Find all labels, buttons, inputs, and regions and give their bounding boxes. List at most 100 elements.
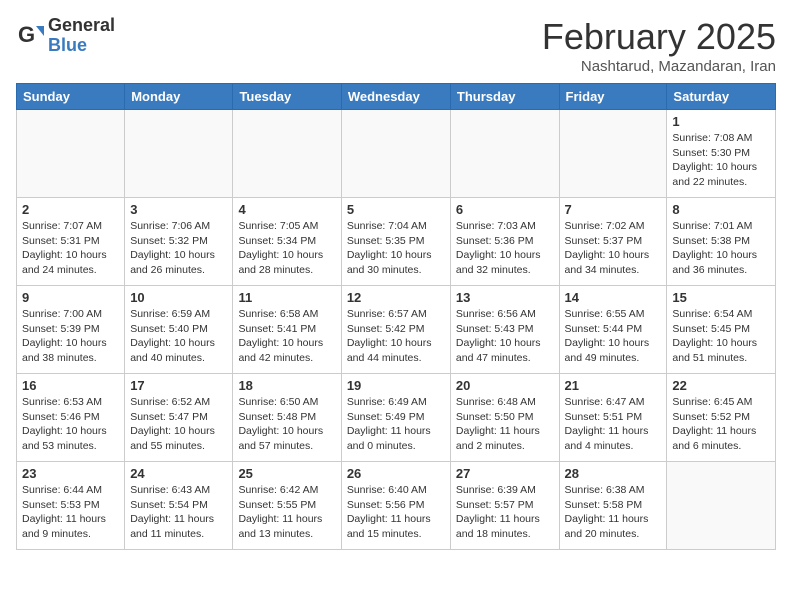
day-info: Sunrise: 6:42 AM Sunset: 5:55 PM Dayligh… <box>238 483 335 542</box>
day-number: 12 <box>347 290 445 305</box>
calendar-day-cell: 22Sunrise: 6:45 AM Sunset: 5:52 PM Dayli… <box>667 374 776 462</box>
calendar-day-cell: 25 Sunrise: 6:42 AM Sunset: 5:55 PM Dayli… <box>233 462 341 550</box>
calendar-day-cell: 2 Sunrise: 7:07 AM Sunset: 5:31 PM Daylig… <box>17 198 125 286</box>
day-info: Sunrise: 7:03 AM Sunset: 5:36 PM Dayligh… <box>456 219 554 278</box>
day-number: 20 <box>456 378 554 393</box>
day-info: Sunrise: 7:05 AM Sunset: 5:34 PM Dayligh… <box>238 219 335 278</box>
calendar-day-cell: 28 Sunrise: 6:38 AM Sunset: 5:58 PM Dayli… <box>559 462 667 550</box>
day-number: 18 <box>238 378 335 393</box>
calendar-day-cell: 24Sunrise: 6:43 AM Sunset: 5:54 PM Dayli… <box>125 462 233 550</box>
calendar-day-cell: 26 Sunrise: 6:40 AM Sunset: 5:56 PM Dayli… <box>341 462 450 550</box>
calendar-day-cell: 6 Sunrise: 7:03 AM Sunset: 5:36 PM Daylig… <box>450 198 559 286</box>
day-number: 27 <box>456 466 554 481</box>
day-number: 28 <box>565 466 662 481</box>
day-number: 15 <box>672 290 770 305</box>
calendar-day-cell: 23 Sunrise: 6:44 AM Sunset: 5:53 PM Dayli… <box>17 462 125 550</box>
day-number: 11 <box>238 290 335 305</box>
calendar-week-row: 1 Sunrise: 7:08 AM Sunset: 5:30 PM Daylig… <box>17 110 776 198</box>
day-number: 7 <box>565 202 662 217</box>
day-info: Sunrise: 7:07 AM Sunset: 5:31 PM Dayligh… <box>22 219 119 278</box>
day-info: Sunrise: 6:53 AM Sunset: 5:46 PM Dayligh… <box>22 395 119 454</box>
day-info: Sunrise: 6:52 AM Sunset: 5:47 PM Dayligh… <box>130 395 227 454</box>
calendar-day-cell: 3 Sunrise: 7:06 AM Sunset: 5:32 PM Daylig… <box>125 198 233 286</box>
day-info: Sunrise: 6:47 AM Sunset: 5:51 PM Dayligh… <box>565 395 662 454</box>
calendar-day-cell: 14 Sunrise: 6:55 AM Sunset: 5:44 PM Dayli… <box>559 286 667 374</box>
calendar-day-cell <box>233 110 341 198</box>
day-info: Sunrise: 7:04 AM Sunset: 5:35 PM Dayligh… <box>347 219 445 278</box>
calendar-week-row: 23 Sunrise: 6:44 AM Sunset: 5:53 PM Dayli… <box>17 462 776 550</box>
weekday-header: Wednesday <box>341 84 450 110</box>
calendar-day-cell: 11 Sunrise: 6:58 AM Sunset: 5:41 PM Dayli… <box>233 286 341 374</box>
weekday-header: Sunday <box>17 84 125 110</box>
calendar-day-cell <box>559 110 667 198</box>
calendar-day-cell <box>17 110 125 198</box>
calendar-day-cell: 7Sunrise: 7:02 AM Sunset: 5:37 PM Daylig… <box>559 198 667 286</box>
calendar-day-cell <box>450 110 559 198</box>
day-number: 17 <box>130 378 227 393</box>
day-number: 5 <box>347 202 445 217</box>
calendar-day-cell: 20 Sunrise: 6:48 AM Sunset: 5:50 PM Dayli… <box>450 374 559 462</box>
day-number: 23 <box>22 466 119 481</box>
calendar-day-cell <box>125 110 233 198</box>
day-info: Sunrise: 6:56 AM Sunset: 5:43 PM Dayligh… <box>456 307 554 366</box>
calendar-week-row: 2 Sunrise: 7:07 AM Sunset: 5:31 PM Daylig… <box>17 198 776 286</box>
day-number: 4 <box>238 202 335 217</box>
logo-icon: G <box>16 22 44 50</box>
day-info: Sunrise: 6:44 AM Sunset: 5:53 PM Dayligh… <box>22 483 119 542</box>
day-number: 2 <box>22 202 119 217</box>
day-info: Sunrise: 6:59 AM Sunset: 5:40 PM Dayligh… <box>130 307 227 366</box>
day-number: 3 <box>130 202 227 217</box>
logo-blue-text: Blue <box>48 36 115 56</box>
day-info: Sunrise: 6:55 AM Sunset: 5:44 PM Dayligh… <box>565 307 662 366</box>
logo: G General Blue <box>16 16 115 56</box>
calendar-day-cell: 19Sunrise: 6:49 AM Sunset: 5:49 PM Dayli… <box>341 374 450 462</box>
day-number: 14 <box>565 290 662 305</box>
day-info: Sunrise: 7:01 AM Sunset: 5:38 PM Dayligh… <box>672 219 770 278</box>
day-info: Sunrise: 6:43 AM Sunset: 5:54 PM Dayligh… <box>130 483 227 542</box>
day-number: 1 <box>672 114 770 129</box>
location-subtitle: Nashtarud, Mazandaran, Iran <box>542 58 776 75</box>
calendar-day-cell: 1 Sunrise: 7:08 AM Sunset: 5:30 PM Daylig… <box>667 110 776 198</box>
day-info: Sunrise: 6:39 AM Sunset: 5:57 PM Dayligh… <box>456 483 554 542</box>
calendar-day-cell: 13 Sunrise: 6:56 AM Sunset: 5:43 PM Dayli… <box>450 286 559 374</box>
day-info: Sunrise: 7:08 AM Sunset: 5:30 PM Dayligh… <box>672 131 770 190</box>
logo-general-text: General <box>48 16 115 36</box>
day-info: Sunrise: 6:58 AM Sunset: 5:41 PM Dayligh… <box>238 307 335 366</box>
calendar-day-cell: 8 Sunrise: 7:01 AM Sunset: 5:38 PM Daylig… <box>667 198 776 286</box>
calendar-day-cell <box>667 462 776 550</box>
calendar-day-cell: 21 Sunrise: 6:47 AM Sunset: 5:51 PM Dayli… <box>559 374 667 462</box>
day-number: 6 <box>456 202 554 217</box>
calendar-header-row: SundayMondayTuesdayWednesdayThursdayFrid… <box>17 84 776 110</box>
calendar-day-cell: 17 Sunrise: 6:52 AM Sunset: 5:47 PM Dayli… <box>125 374 233 462</box>
day-number: 9 <box>22 290 119 305</box>
calendar-day-cell: 10Sunrise: 6:59 AM Sunset: 5:40 PM Dayli… <box>125 286 233 374</box>
calendar-day-cell: 18Sunrise: 6:50 AM Sunset: 5:48 PM Dayli… <box>233 374 341 462</box>
day-info: Sunrise: 6:38 AM Sunset: 5:58 PM Dayligh… <box>565 483 662 542</box>
day-number: 21 <box>565 378 662 393</box>
calendar-day-cell: 27 Sunrise: 6:39 AM Sunset: 5:57 PM Dayli… <box>450 462 559 550</box>
svg-text:G: G <box>18 22 35 47</box>
day-number: 19 <box>347 378 445 393</box>
day-number: 8 <box>672 202 770 217</box>
day-info: Sunrise: 6:57 AM Sunset: 5:42 PM Dayligh… <box>347 307 445 366</box>
day-number: 16 <box>22 378 119 393</box>
weekday-header: Monday <box>125 84 233 110</box>
calendar-week-row: 9 Sunrise: 7:00 AM Sunset: 5:39 PM Daylig… <box>17 286 776 374</box>
day-info: Sunrise: 6:40 AM Sunset: 5:56 PM Dayligh… <box>347 483 445 542</box>
day-number: 13 <box>456 290 554 305</box>
day-info: Sunrise: 7:06 AM Sunset: 5:32 PM Dayligh… <box>130 219 227 278</box>
day-number: 25 <box>238 466 335 481</box>
day-info: Sunrise: 6:48 AM Sunset: 5:50 PM Dayligh… <box>456 395 554 454</box>
day-number: 22 <box>672 378 770 393</box>
calendar-day-cell: 9 Sunrise: 7:00 AM Sunset: 5:39 PM Daylig… <box>17 286 125 374</box>
day-info: Sunrise: 7:00 AM Sunset: 5:39 PM Dayligh… <box>22 307 119 366</box>
month-title: February 2025 <box>542 16 776 58</box>
calendar-day-cell: 12 Sunrise: 6:57 AM Sunset: 5:42 PM Dayli… <box>341 286 450 374</box>
page-header: G General Blue February 2025 Nashtarud, … <box>16 16 776 75</box>
day-number: 26 <box>347 466 445 481</box>
weekday-header: Friday <box>559 84 667 110</box>
weekday-header: Tuesday <box>233 84 341 110</box>
calendar-day-cell <box>341 110 450 198</box>
calendar-day-cell: 15 Sunrise: 6:54 AM Sunset: 5:45 PM Dayli… <box>667 286 776 374</box>
day-info: Sunrise: 6:54 AM Sunset: 5:45 PM Dayligh… <box>672 307 770 366</box>
